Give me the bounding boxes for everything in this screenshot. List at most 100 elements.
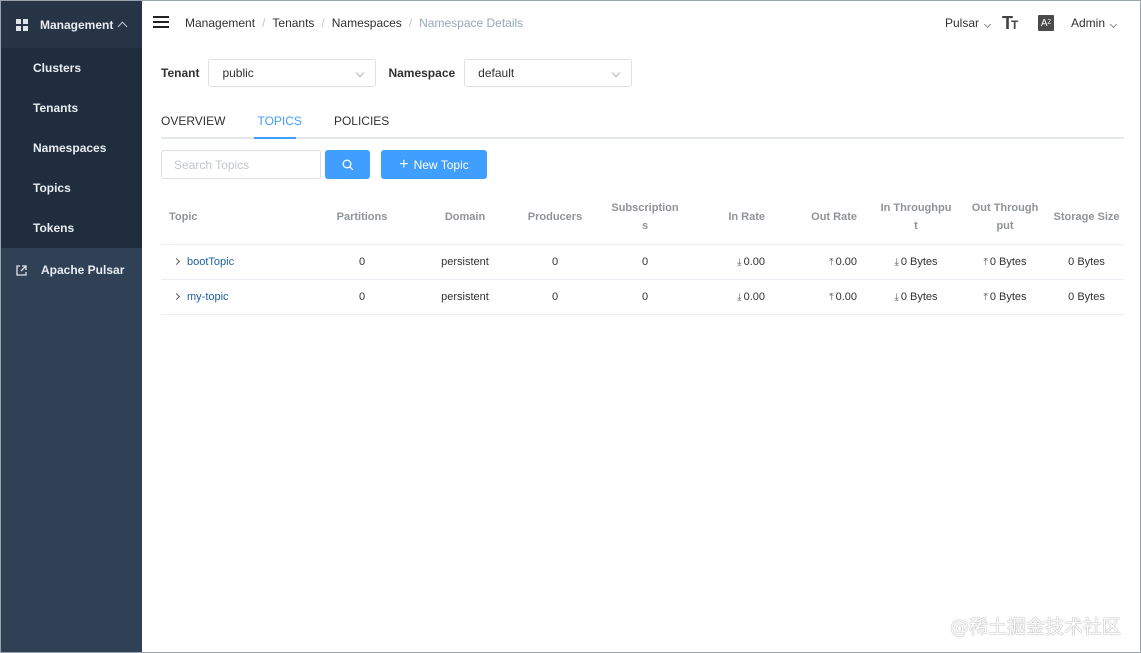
sidebar: Management Clusters Tenants Namespaces T… bbox=[1, 1, 142, 652]
table-row[interactable]: my-topic 0 persistent 0 0 ⤓ 0.00 ⤒ 0.00 ⤓ 0… bbox=[161, 279, 1124, 315]
new-topic-label: New Topic bbox=[413, 157, 469, 172]
sidebar-item-apache-pulsar[interactable]: Apache Pulsar bbox=[1, 248, 142, 292]
text-size-icon[interactable]: TT bbox=[1002, 13, 1024, 34]
search-icon bbox=[342, 159, 353, 170]
producers-cell: 0 bbox=[509, 279, 601, 315]
breadcrumb-separator: / bbox=[408, 16, 413, 30]
download-icon: ⤓ bbox=[894, 291, 899, 303]
external-link-icon bbox=[16, 264, 27, 276]
col-producers: Producers bbox=[509, 190, 601, 245]
out-throughput-value: 0 Bytes bbox=[989, 290, 1027, 303]
breadcrumb-tenants[interactable]: Tenants bbox=[272, 16, 314, 30]
upload-icon: ⤒ bbox=[829, 291, 834, 303]
topic-link[interactable]: my-topic bbox=[187, 291, 229, 303]
col-in-rate: In Rate bbox=[689, 190, 779, 245]
chevron-right-icon[interactable] bbox=[172, 257, 181, 265]
domain-cell: persistent bbox=[421, 279, 509, 315]
sidebar-group-label: Management bbox=[40, 17, 114, 32]
subscriptions-cell: 0 bbox=[601, 244, 689, 280]
domain-cell: persistent bbox=[421, 244, 509, 280]
tenant-select[interactable]: public bbox=[208, 59, 377, 87]
sidebar-group-management[interactable]: Management bbox=[1, 1, 142, 48]
main-content: Tenant public Namespace default OVERVIEW… bbox=[161, 46, 1124, 315]
producers-cell: 0 bbox=[509, 244, 601, 280]
in-throughput-cell: ⤓ 0 Bytes bbox=[871, 244, 961, 280]
environment-dropdown[interactable]: Pulsar bbox=[944, 16, 992, 30]
out-rate-value: 0.00 bbox=[835, 255, 857, 268]
col-out-rate: Out Rate bbox=[779, 190, 871, 245]
chevron-down-icon bbox=[356, 68, 365, 78]
active-tab-indicator bbox=[254, 137, 296, 139]
download-icon: ⤓ bbox=[894, 256, 899, 268]
breadcrumb-namespaces[interactable]: Namespaces bbox=[332, 16, 402, 30]
col-in-throughput-line2: t bbox=[914, 219, 918, 232]
upload-icon: ⤒ bbox=[983, 291, 988, 303]
in-rate-cell: ⤓ 0.00 bbox=[689, 279, 779, 315]
download-icon: ⤓ bbox=[737, 256, 742, 268]
sidebar-submenu: Clusters Tenants Namespaces Topics Token… bbox=[1, 48, 142, 248]
upload-icon: ⤒ bbox=[983, 256, 988, 268]
topic-cell: bootTopic bbox=[161, 244, 303, 280]
storage-size-cell: 0 Bytes bbox=[1049, 244, 1124, 280]
namespace-select[interactable]: default bbox=[464, 59, 633, 87]
col-out-throughput: Out Through put bbox=[961, 190, 1049, 245]
col-partitions: Partitions bbox=[303, 190, 421, 245]
user-dropdown[interactable]: Admin bbox=[1071, 16, 1118, 30]
tab-bar: OVERVIEW TOPICS POLICIES bbox=[161, 114, 1124, 139]
download-icon: ⤓ bbox=[737, 291, 742, 303]
tenant-select-value: public bbox=[222, 66, 254, 80]
breadcrumb-management[interactable]: Management bbox=[185, 16, 255, 30]
language-icon[interactable]: AZ bbox=[1037, 15, 1054, 31]
breadcrumb-separator: / bbox=[321, 16, 325, 30]
filters-row: Tenant public Namespace default bbox=[161, 59, 1124, 87]
col-subscriptions-line1: Subscription bbox=[611, 201, 679, 214]
tab-policies[interactable]: POLICIES bbox=[334, 114, 389, 137]
in-rate-cell: ⤓ 0.00 bbox=[689, 244, 779, 280]
namespace-select-value: default bbox=[478, 66, 515, 80]
topics-table: Topic Partitions Domain Producers Subscr… bbox=[161, 190, 1124, 315]
chevron-down-icon bbox=[983, 20, 992, 29]
out-rate-cell: ⤒ 0.00 bbox=[779, 279, 871, 315]
sidebar-item-tenants[interactable]: Tenants bbox=[1, 88, 142, 128]
col-out-throughput-line2: put bbox=[996, 219, 1014, 232]
namespace-label: Namespace bbox=[388, 66, 456, 80]
navbar-right: Pulsar TT AZ Admin bbox=[944, 1, 1118, 45]
sidebar-item-clusters[interactable]: Clusters bbox=[1, 48, 142, 88]
out-rate-cell: ⤒ 0.00 bbox=[779, 244, 871, 280]
sidebar-item-topics[interactable]: Topics bbox=[1, 168, 142, 208]
topic-link[interactable]: bootTopic bbox=[187, 256, 234, 268]
in-throughput-value: 0 Bytes bbox=[900, 255, 938, 268]
partitions-cell: 0 bbox=[303, 244, 421, 280]
breadcrumb-separator: / bbox=[262, 16, 266, 30]
col-subscriptions-line2: s bbox=[641, 219, 649, 232]
col-subscriptions: Subscription s bbox=[601, 190, 689, 245]
tab-overview[interactable]: OVERVIEW bbox=[161, 114, 225, 137]
out-throughput-value: 0 Bytes bbox=[989, 255, 1027, 268]
search-button[interactable] bbox=[325, 150, 370, 179]
col-domain: Domain bbox=[421, 190, 509, 245]
hamburger-menu-icon[interactable] bbox=[153, 16, 169, 28]
tenant-label: Tenant bbox=[161, 66, 200, 80]
chevron-right-icon[interactable] bbox=[172, 292, 181, 300]
tab-topics[interactable]: TOPICS bbox=[257, 114, 301, 137]
new-topic-button[interactable]: + New Topic bbox=[381, 150, 487, 179]
in-throughput-value: 0 Bytes bbox=[900, 290, 938, 303]
table-row[interactable]: bootTopic 0 persistent 0 0 ⤓ 0.00 ⤒ 0.00 ⤓… bbox=[161, 244, 1124, 280]
sidebar-item-tokens[interactable]: Tokens bbox=[1, 208, 142, 248]
out-throughput-cell: ⤒ 0 Bytes bbox=[961, 279, 1049, 315]
environment-label: Pulsar bbox=[944, 16, 979, 30]
breadcrumb-namespace-details: Namespace Details bbox=[419, 16, 524, 30]
search-topics-input[interactable] bbox=[161, 150, 321, 179]
chevron-up-icon bbox=[117, 21, 128, 32]
in-rate-value: 0.00 bbox=[743, 255, 765, 268]
topic-cell: my-topic bbox=[161, 279, 303, 315]
out-throughput-cell: ⤒ 0 Bytes bbox=[961, 244, 1049, 280]
plus-icon: + bbox=[399, 155, 409, 173]
watermark: @稀土掘金技术社区 bbox=[949, 616, 1121, 638]
col-topic: Topic bbox=[161, 190, 303, 245]
col-storage-size: Storage Size bbox=[1049, 190, 1124, 245]
in-throughput-cell: ⤓ 0 Bytes bbox=[871, 279, 961, 315]
upload-icon: ⤒ bbox=[829, 256, 834, 268]
sidebar-item-namespaces[interactable]: Namespaces bbox=[1, 128, 142, 168]
col-out-throughput-line1: Out Through bbox=[971, 201, 1039, 214]
